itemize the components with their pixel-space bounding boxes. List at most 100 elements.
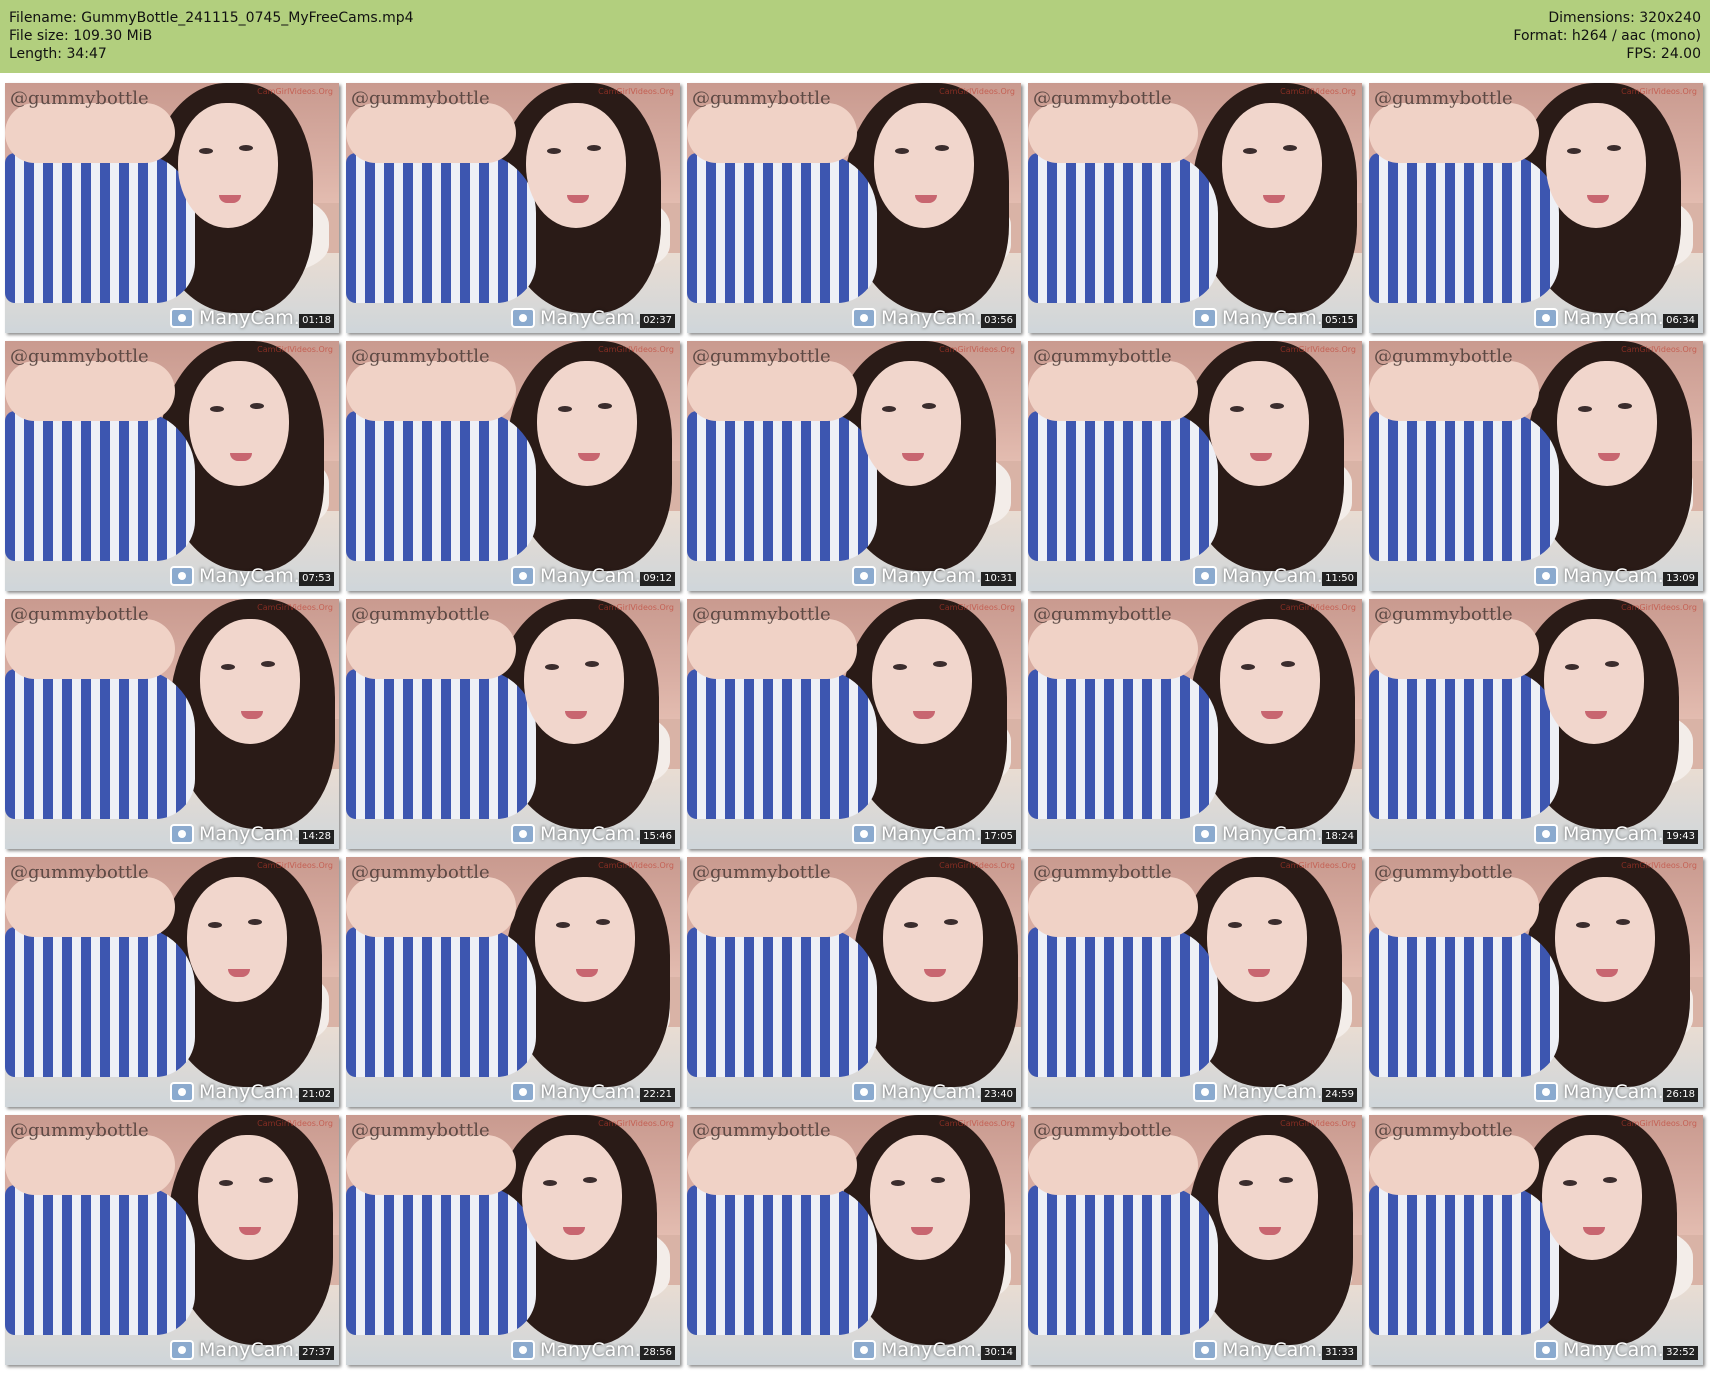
video-thumbnail[interactable]: @gummybottle CamGirlVideos.Org ManyCam. … [687,857,1021,1107]
video-thumbnail[interactable]: @gummybottle CamGirlVideos.Org ManyCam. … [1369,599,1703,849]
eye [248,919,262,925]
striped-shirt [1369,153,1559,303]
arm [1369,1135,1539,1195]
video-thumbnail[interactable]: @gummybottle CamGirlVideos.Org ManyCam. … [346,83,680,333]
camera-icon [511,824,535,844]
brand-label: ManyCam. [540,307,641,329]
site-watermark: CamGirlVideos.Org [598,861,674,870]
video-thumbnail[interactable]: @gummybottle CamGirlVideos.Org ManyCam. … [346,857,680,1107]
brand-label: ManyCam. [881,565,982,587]
site-watermark: CamGirlVideos.Org [939,345,1015,354]
video-thumbnail[interactable]: @gummybottle CamGirlVideos.Org ManyCam. … [687,341,1021,591]
brand-label: ManyCam. [199,823,300,845]
eye [1578,406,1592,412]
camera-icon [511,1082,535,1102]
manycam-logo: ManyCam. [1534,307,1664,329]
arm [1028,103,1198,163]
site-watermark: CamGirlVideos.Org [1621,603,1697,612]
username-watermark: @gummybottle [1033,604,1172,625]
video-thumbnail[interactable]: @gummybottle CamGirlVideos.Org ManyCam. … [1028,1115,1362,1365]
manycam-logo: ManyCam. [170,565,300,587]
video-thumbnail[interactable]: @gummybottle CamGirlVideos.Org ManyCam. … [5,1115,339,1365]
manycam-logo: ManyCam. [170,307,300,329]
eye [547,148,561,154]
timestamp-badge: 26:18 [1663,1088,1698,1102]
face [870,1135,970,1260]
video-thumbnail[interactable]: @gummybottle CamGirlVideos.Org ManyCam. … [1369,341,1703,591]
site-watermark: CamGirlVideos.Org [598,345,674,354]
arm [687,361,857,421]
striped-shirt [1028,1185,1218,1335]
video-thumbnail[interactable]: @gummybottle CamGirlVideos.Org ManyCam. … [1028,83,1362,333]
username-watermark: @gummybottle [1374,88,1513,109]
brand-label: ManyCam. [1222,307,1323,329]
video-thumbnail[interactable]: @gummybottle CamGirlVideos.Org ManyCam. … [1028,341,1362,591]
face [861,361,961,486]
timestamp-badge: 23:40 [981,1088,1016,1102]
brand-label: ManyCam. [1563,1081,1664,1103]
username-watermark: @gummybottle [692,1120,831,1141]
video-thumbnail[interactable]: @gummybottle CamGirlVideos.Org ManyCam. … [346,599,680,849]
video-thumbnail[interactable]: @gummybottle CamGirlVideos.Org ManyCam. … [1369,1115,1703,1365]
video-thumbnail[interactable]: @gummybottle CamGirlVideos.Org ManyCam. … [687,83,1021,333]
video-thumbnail[interactable]: @gummybottle CamGirlVideos.Org ManyCam. … [5,341,339,591]
arm [1369,877,1539,937]
manycam-logo: ManyCam. [511,565,641,587]
face [178,103,278,228]
timestamp-badge: 18:24 [1322,830,1357,844]
manycam-logo: ManyCam. [170,1339,300,1361]
video-thumbnail[interactable]: @gummybottle CamGirlVideos.Org ManyCam. … [5,83,339,333]
eye [1281,661,1295,667]
video-thumbnail[interactable]: @gummybottle CamGirlVideos.Org ManyCam. … [1369,83,1703,333]
site-watermark: CamGirlVideos.Org [598,87,674,96]
timestamp-badge: 30:14 [981,1346,1016,1360]
timestamp-badge: 06:34 [1663,314,1698,328]
username-watermark: @gummybottle [351,1120,490,1141]
username-watermark: @gummybottle [1033,88,1172,109]
username-watermark: @gummybottle [10,1120,149,1141]
arm [5,361,175,421]
face [1222,103,1322,228]
timestamp-badge: 32:52 [1663,1346,1698,1360]
eye [1228,922,1242,928]
video-thumbnail[interactable]: @gummybottle CamGirlVideos.Org ManyCam. … [687,1115,1021,1365]
arm [687,103,857,163]
eye [1603,1177,1617,1183]
camera-icon [170,308,194,328]
camera-icon [511,566,535,586]
striped-shirt [1028,153,1218,303]
video-thumbnail[interactable]: @gummybottle CamGirlVideos.Org ManyCam. … [5,857,339,1107]
site-watermark: CamGirlVideos.Org [1621,861,1697,870]
striped-shirt [346,669,536,819]
eye [1230,406,1244,412]
video-thumbnail[interactable]: @gummybottle CamGirlVideos.Org ManyCam. … [346,1115,680,1365]
camera-icon [1193,1082,1217,1102]
manycam-logo: ManyCam. [511,307,641,329]
video-thumbnail[interactable]: @gummybottle CamGirlVideos.Org ManyCam. … [1369,857,1703,1107]
eye [891,1180,905,1186]
brand-label: ManyCam. [1222,565,1323,587]
face [1218,1135,1318,1260]
video-thumbnail[interactable]: @gummybottle CamGirlVideos.Org ManyCam. … [346,341,680,591]
eye [585,661,599,667]
video-thumbnail[interactable]: @gummybottle CamGirlVideos.Org ManyCam. … [5,599,339,849]
brand-label: ManyCam. [1222,1081,1323,1103]
arm [1369,103,1539,163]
eye [208,922,222,928]
video-thumbnail[interactable]: @gummybottle CamGirlVideos.Org ManyCam. … [1028,599,1362,849]
video-thumbnail[interactable]: @gummybottle CamGirlVideos.Org ManyCam. … [687,599,1021,849]
face [537,361,637,486]
manycam-logo: ManyCam. [511,823,641,845]
eye [259,1177,273,1183]
site-watermark: CamGirlVideos.Org [1621,87,1697,96]
timestamp-badge: 15:46 [640,830,675,844]
manycam-logo: ManyCam. [852,307,982,329]
eye [543,1180,557,1186]
face [1557,361,1657,486]
manycam-logo: ManyCam. [852,823,982,845]
brand-label: ManyCam. [540,823,641,845]
site-watermark: CamGirlVideos.Org [257,603,333,612]
brand-label: ManyCam. [1563,1339,1664,1361]
video-thumbnail[interactable]: @gummybottle CamGirlVideos.Org ManyCam. … [1028,857,1362,1107]
face [1555,877,1655,1002]
